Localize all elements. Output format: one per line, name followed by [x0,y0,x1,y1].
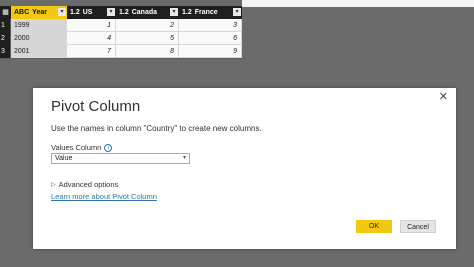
advanced-options-label: Advanced options [58,180,119,189]
filter-dropdown-icon[interactable]: ▾ [170,8,178,16]
data-grid: ▦ ABC Year ▾ 1.2 US ▾ 1.2 Canada ▾ 1.2 F… [0,6,242,59]
row-number: 2 [0,32,10,45]
table-cell-year[interactable]: 1999 [11,19,67,32]
info-icon[interactable]: i [104,143,113,152]
filter-dropdown-icon[interactable]: ▾ [107,8,115,16]
grid-header: ▦ ABC Year ▾ 1.2 US ▾ 1.2 Canada ▾ 1.2 F… [0,6,242,19]
app-background-strip [242,0,474,7]
column-header-canada[interactable]: 1.2 Canada ▾ [116,6,179,19]
column-header-france[interactable]: 1.2 France ▾ [179,6,242,19]
expand-triangle-icon: ▷ [51,182,56,188]
column-header-label: Canada [131,9,158,16]
close-icon[interactable]: ✕ [439,90,448,103]
decimal-type-icon: 1.2 [182,9,192,16]
column-header-label: Year [32,9,47,16]
table-cell-france[interactable]: 3 [179,19,242,32]
decimal-type-icon: 1.2 [119,9,129,16]
table-cell-france[interactable]: 9 [179,45,242,58]
table-cell-france[interactable]: 6 [179,32,242,45]
table-cell-year[interactable]: 2000 [11,32,67,45]
table-cell-canada[interactable]: 5 [116,32,179,45]
table-cell-us[interactable]: 4 [67,32,116,45]
pivot-column-dialog: Pivot Column ✕ Use the names in column "… [33,88,456,249]
table-cell-canada[interactable]: 2 [116,19,179,32]
column-header-label: US [82,9,93,16]
learn-more-link[interactable]: Learn more about Pivot Column [51,192,157,201]
table-cell-us[interactable]: 7 [67,45,116,58]
dialog-description: Use the names in column "Country" to cre… [51,124,262,133]
filter-dropdown-icon[interactable]: ▾ [233,8,241,16]
values-column-label: Values Column i [51,143,113,152]
table-cell-year[interactable]: 2001 [11,45,67,58]
values-column-selected: Value [55,155,73,162]
filter-dropdown-icon[interactable]: ▾ [58,8,66,16]
column-header-us[interactable]: 1.2 US ▾ [67,6,116,19]
table-menu-icon[interactable]: ▦ [1,7,10,18]
text-type-icon: ABC [14,9,30,16]
row-number: 3 [0,45,10,58]
chevron-down-icon: ▾ [182,155,186,161]
values-column-select[interactable]: Value ▾ [51,153,190,164]
ok-button[interactable]: OK [356,220,392,233]
cancel-button[interactable]: Cancel [400,220,436,233]
column-header-label: France [194,9,218,16]
column-header-year[interactable]: ABC Year ▾ [11,6,67,19]
advanced-options-toggle[interactable]: ▷ Advanced options [51,180,118,189]
row-number: 1 [0,19,10,32]
table-cell-us[interactable]: 1 [67,19,116,32]
decimal-type-icon: 1.2 [70,9,80,16]
dialog-title: Pivot Column [51,98,141,115]
table-cell-canada[interactable]: 8 [116,45,179,58]
values-column-text: Values Column [51,143,102,152]
